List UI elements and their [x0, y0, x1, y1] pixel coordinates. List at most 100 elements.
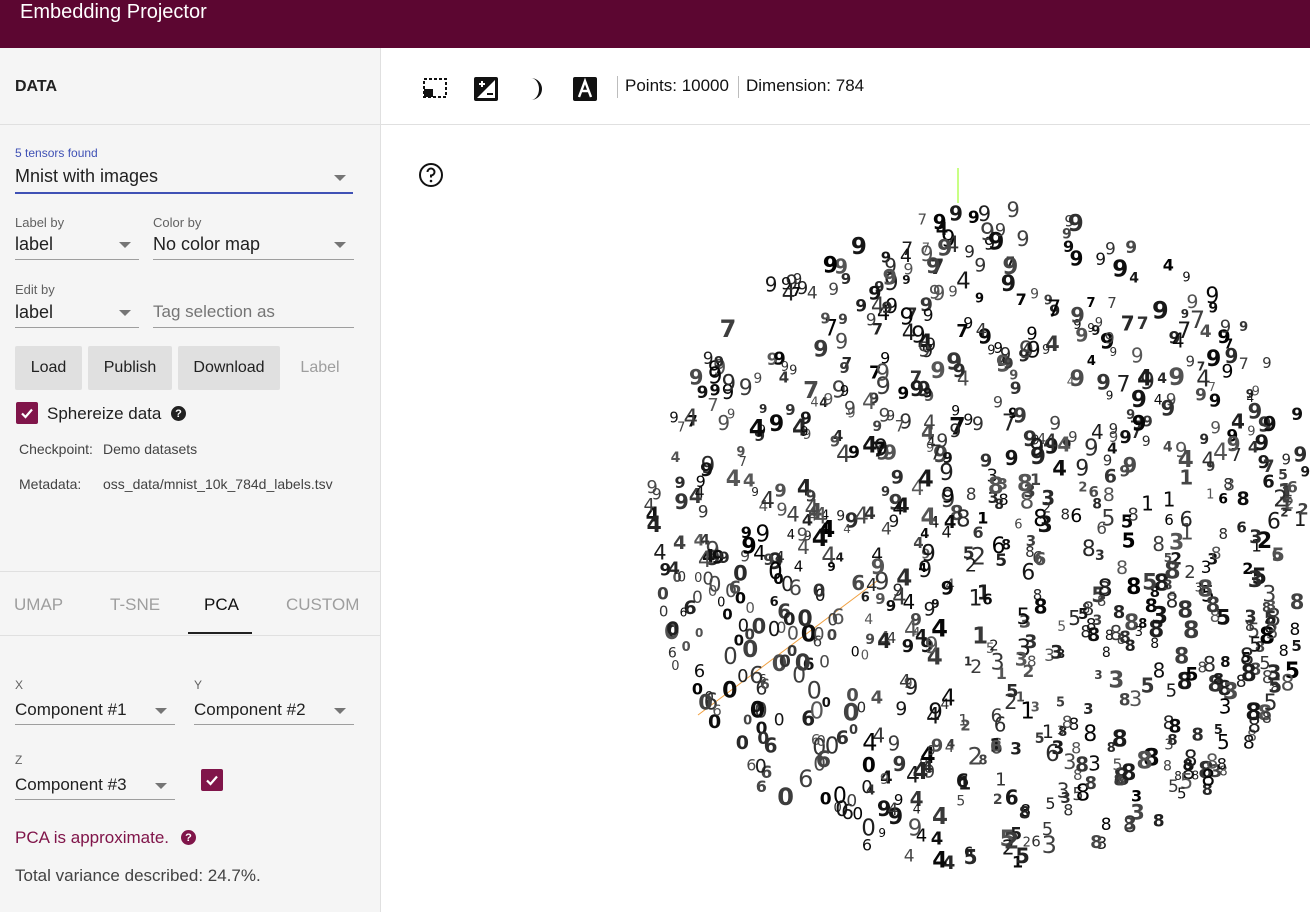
- digit-point[interactable]: 9: [1001, 272, 1016, 297]
- digit-point[interactable]: 7: [792, 285, 800, 299]
- digit-point[interactable]: 6: [798, 765, 813, 793]
- digit-point[interactable]: 9: [697, 383, 709, 403]
- digit-point[interactable]: 0: [851, 645, 860, 661]
- digit-point[interactable]: 7: [1239, 354, 1249, 373]
- digit-point[interactable]: 9: [1263, 412, 1277, 436]
- digit-point[interactable]: 4: [647, 513, 662, 538]
- digit-point[interactable]: 4: [900, 245, 912, 267]
- digit-point[interactable]: 3: [1195, 581, 1203, 595]
- tab-pca[interactable]: PCA: [204, 595, 239, 615]
- digit-point[interactable]: 4: [1178, 447, 1194, 473]
- digit-point[interactable]: 0: [745, 599, 755, 617]
- digit-point[interactable]: 0: [757, 729, 769, 749]
- select-rectangle-icon[interactable]: [422, 76, 448, 102]
- night-mode-icon[interactable]: [473, 76, 499, 102]
- digit-point[interactable]: 9: [847, 406, 855, 421]
- digit-point[interactable]: 9: [1221, 361, 1233, 383]
- digit-point[interactable]: 9: [978, 202, 991, 226]
- digit-point[interactable]: 2: [1285, 494, 1295, 512]
- digit-point[interactable]: 9: [1142, 434, 1151, 450]
- digit-point[interactable]: 0: [852, 805, 863, 825]
- digit-point[interactable]: 8: [1119, 691, 1131, 711]
- digit-point[interactable]: 4: [698, 548, 712, 573]
- digit-point[interactable]: 9: [820, 310, 830, 328]
- digit-point[interactable]: 9: [1042, 343, 1050, 358]
- digit-point[interactable]: 0: [810, 698, 825, 724]
- digit-point[interactable]: 7: [1047, 297, 1062, 323]
- digit-point[interactable]: 9: [739, 376, 753, 401]
- digit-point[interactable]: 9: [881, 485, 890, 500]
- digit-point[interactable]: 4: [899, 670, 911, 692]
- digit-point[interactable]: 5: [1068, 606, 1081, 630]
- digit-point[interactable]: 6: [816, 748, 831, 773]
- digit-point[interactable]: 0: [659, 603, 669, 621]
- digit-point[interactable]: 9: [1096, 371, 1111, 395]
- digit-point[interactable]: 0: [777, 783, 794, 811]
- digit-point[interactable]: 9: [951, 403, 960, 419]
- load-button[interactable]: Load: [15, 346, 82, 390]
- digit-point[interactable]: 3: [1135, 625, 1143, 640]
- digit-point[interactable]: 9: [1112, 257, 1128, 283]
- digit-point[interactable]: 8: [1062, 713, 1073, 733]
- digit-point[interactable]: 6: [1236, 519, 1246, 537]
- digit-point[interactable]: 8: [1085, 773, 1098, 794]
- digit-point[interactable]: 9: [848, 443, 860, 463]
- digit-point[interactable]: 0: [755, 755, 767, 777]
- digit-point[interactable]: 5: [1272, 544, 1285, 566]
- digit-point[interactable]: 9: [875, 590, 885, 608]
- digit-point[interactable]: 4: [695, 482, 705, 501]
- digit-point[interactable]: 8: [1097, 592, 1107, 610]
- chevron-down-icon[interactable]: [119, 242, 131, 248]
- digit-point[interactable]: 4: [947, 737, 955, 751]
- digit-point[interactable]: 1: [1141, 492, 1154, 516]
- pca-x-select[interactable]: Component #1: [15, 700, 127, 720]
- chevron-down-icon[interactable]: [119, 310, 131, 316]
- digit-point[interactable]: 9: [753, 371, 762, 387]
- digit-point[interactable]: 9: [949, 420, 961, 442]
- digit-point[interactable]: 7: [1263, 457, 1275, 477]
- digit-point[interactable]: 5: [1166, 681, 1177, 702]
- digit-point[interactable]: 0: [787, 623, 799, 645]
- digit-point[interactable]: 8: [991, 737, 1002, 756]
- digit-point[interactable]: 3: [1050, 641, 1063, 663]
- digit-point[interactable]: 9: [993, 392, 1003, 411]
- digit-point[interactable]: 9: [1013, 404, 1027, 428]
- digit-point[interactable]: 9: [1016, 227, 1029, 251]
- digit-point[interactable]: 4: [976, 320, 987, 341]
- digit-point[interactable]: 4: [919, 561, 927, 575]
- digit-point[interactable]: 9: [972, 413, 984, 435]
- digit-point[interactable]: 9: [888, 731, 901, 755]
- digit-point[interactable]: 7: [1121, 312, 1135, 336]
- digit-point[interactable]: 9: [1186, 352, 1196, 370]
- digit-point[interactable]: 9: [830, 433, 840, 451]
- digit-point[interactable]: 6: [1096, 519, 1107, 539]
- digit-point[interactable]: 3: [1083, 700, 1093, 718]
- chevron-down-icon[interactable]: [334, 242, 346, 248]
- tab-custom[interactable]: CUSTOM: [286, 595, 359, 615]
- digit-point[interactable]: 4: [926, 704, 940, 729]
- digit-point[interactable]: 9: [1161, 397, 1176, 421]
- digit-point[interactable]: 9: [1262, 354, 1272, 372]
- digit-point[interactable]: 0: [698, 690, 713, 714]
- digit-point[interactable]: 8: [1112, 727, 1128, 753]
- digit-point[interactable]: 9: [876, 360, 891, 386]
- digit-point[interactable]: 9: [1131, 343, 1144, 367]
- digit-point[interactable]: 5: [1122, 529, 1136, 553]
- digit-point[interactable]: 3: [1095, 548, 1105, 564]
- digit-point[interactable]: 8: [1248, 713, 1261, 737]
- digit-point[interactable]: 5: [956, 794, 965, 810]
- dataset-select-value[interactable]: Mnist with images: [15, 166, 158, 187]
- digit-point[interactable]: 9: [1300, 465, 1310, 481]
- digit-point[interactable]: 3: [1057, 778, 1070, 802]
- digit-point[interactable]: 2: [989, 637, 999, 655]
- digit-point[interactable]: 8: [1220, 653, 1230, 671]
- digit-point[interactable]: 8: [1125, 636, 1136, 655]
- digit-point[interactable]: 9: [939, 460, 954, 486]
- digit-point[interactable]: 9: [1105, 328, 1115, 347]
- digit-point[interactable]: 7: [895, 417, 905, 436]
- digit-point[interactable]: 8: [1090, 832, 1103, 853]
- digit-point[interactable]: 0: [695, 626, 703, 640]
- digit-point[interactable]: 4: [684, 406, 699, 432]
- digit-point[interactable]: 9: [878, 826, 886, 840]
- digit-point[interactable]: 9: [897, 384, 909, 404]
